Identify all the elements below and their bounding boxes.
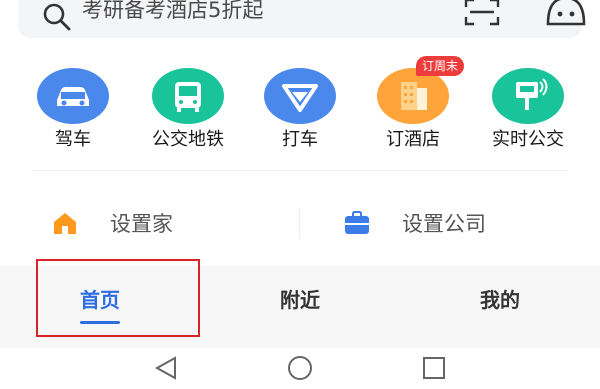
quick-action-label: 打车 xyxy=(282,129,318,150)
search-icon xyxy=(43,3,71,31)
quick-action-taxi[interactable]: 打车 xyxy=(245,62,355,158)
bus-stop-icon xyxy=(492,68,564,124)
hotel-icon xyxy=(377,68,449,124)
set-company-button[interactable]: 设置公司 xyxy=(344,200,564,250)
set-home-label: 设置家 xyxy=(110,212,173,236)
quick-action-label: 公交地铁 xyxy=(152,129,224,150)
tab-mine[interactable]: 我的 xyxy=(440,284,560,324)
quick-action-label: 驾车 xyxy=(55,129,91,150)
car-icon xyxy=(37,68,109,124)
quick-action-drive[interactable]: 驾车 xyxy=(18,62,128,158)
search-placeholder: 考研备考酒店5折起 xyxy=(82,0,264,22)
address-shortcuts: 设置家 设置公司 xyxy=(0,200,600,250)
recents-icon[interactable] xyxy=(420,354,448,382)
home-nav-icon[interactable] xyxy=(286,354,314,382)
section-divider xyxy=(34,170,566,171)
scan-icon[interactable] xyxy=(464,0,500,27)
back-icon[interactable] xyxy=(153,354,181,382)
shortcut-separator xyxy=(299,208,300,238)
quick-actions: 驾车 公交地铁 打车 订周末 订酒店 实时公交 xyxy=(0,56,600,158)
highlight-box xyxy=(36,259,200,337)
set-company-label: 设置公司 xyxy=(402,212,486,236)
quick-action-hotel[interactable]: 订周末 订酒店 xyxy=(358,56,468,158)
search-bar[interactable]: 考研备考酒店5折起 xyxy=(18,0,586,38)
weekend-badge: 订周末 xyxy=(416,56,465,76)
taxi-icon xyxy=(264,68,336,124)
voice-assistant-icon[interactable] xyxy=(542,0,590,30)
set-home-button[interactable]: 设置家 xyxy=(52,200,252,250)
quick-action-bus-metro[interactable]: 公交地铁 xyxy=(133,62,243,158)
quick-action-label: 订酒店 xyxy=(386,129,440,150)
system-nav-bar xyxy=(0,348,600,389)
home-icon xyxy=(54,213,76,234)
quick-action-realtime-bus[interactable]: 实时公交 xyxy=(473,62,583,158)
briefcase-icon xyxy=(345,211,369,234)
bus-icon xyxy=(152,68,224,124)
quick-action-label: 实时公交 xyxy=(492,129,564,150)
tab-nearby[interactable]: 附近 xyxy=(240,284,360,324)
